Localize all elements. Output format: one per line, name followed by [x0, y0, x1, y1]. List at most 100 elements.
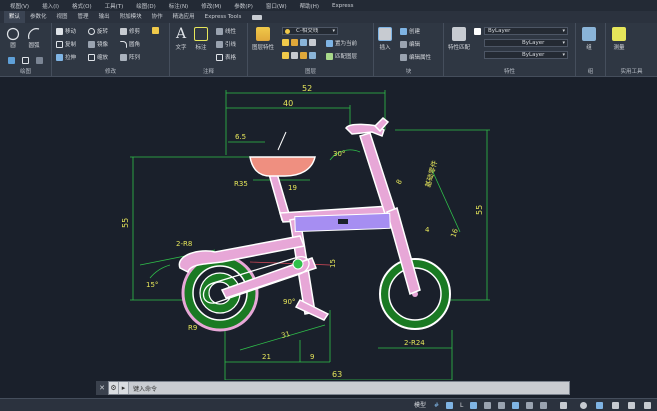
- menu-view[interactable]: 视图(V): [10, 2, 29, 10]
- chevron-down-icon: ▾: [562, 40, 565, 46]
- text-button[interactable]: A 文字: [174, 27, 188, 51]
- annotation-monitor-icon[interactable]: [596, 402, 603, 409]
- tab-default[interactable]: 默认: [4, 11, 26, 23]
- insert-button[interactable]: 插入: [378, 27, 392, 51]
- rotate-icon: [88, 27, 95, 35]
- table-button[interactable]: 表格: [216, 53, 236, 61]
- customization-menu-icon[interactable]: [644, 402, 651, 409]
- menu-express[interactable]: Express: [332, 3, 353, 9]
- fillet-button[interactable]: 圆角: [120, 40, 140, 48]
- lineweight-value: ByLayer: [522, 52, 545, 58]
- layer-properties-button[interactable]: 图层特性: [252, 27, 274, 51]
- menu-help[interactable]: 帮助(H): [300, 2, 319, 10]
- panel-groups: 组 组: [576, 23, 606, 77]
- erase-button[interactable]: [152, 27, 161, 34]
- move-button[interactable]: 移动: [56, 27, 76, 35]
- lineweight-dropdown[interactable]: ByLayer ▾: [484, 51, 568, 59]
- rotate-button[interactable]: 旋转: [88, 27, 108, 35]
- dimension-button[interactable]: 标注: [194, 27, 208, 51]
- stretch-button[interactable]: 拉伸: [56, 53, 76, 61]
- layer-tool-2[interactable]: [282, 52, 318, 59]
- ortho-toggle[interactable]: L: [456, 400, 467, 411]
- grid-toggle[interactable]: #: [430, 400, 443, 411]
- tab-manage[interactable]: 管理: [73, 11, 94, 23]
- menu-dimension[interactable]: 标注(N): [169, 2, 188, 10]
- polar-icon[interactable]: [470, 402, 477, 409]
- scale-button[interactable]: 缩放: [88, 53, 108, 61]
- edit-block-label: 编辑: [409, 42, 421, 48]
- menu-insert[interactable]: 插入(I): [42, 2, 59, 10]
- table-icon: [216, 53, 223, 61]
- linear-button[interactable]: 线性: [216, 27, 236, 35]
- linetype-dropdown[interactable]: ByLayer ▾: [484, 39, 568, 47]
- model-tab[interactable]: 模型: [410, 400, 430, 411]
- osnap-icon[interactable]: [484, 402, 491, 409]
- panel-draw-title: 绘图: [19, 69, 31, 75]
- lineweight-icon[interactable]: [512, 402, 519, 409]
- make-current-button[interactable]: 置为当前: [326, 39, 357, 47]
- leader-button[interactable]: 引线: [216, 40, 236, 48]
- tab-output[interactable]: 输出: [94, 11, 115, 23]
- edit-block-button[interactable]: 编辑: [400, 40, 420, 48]
- panel-properties-title: 特性: [503, 69, 515, 75]
- insert-label: 插入: [379, 45, 391, 51]
- circle-button[interactable]: 圆: [6, 27, 20, 49]
- color-swatch-icon: [474, 28, 481, 35]
- command-line[interactable]: ⚙ ▸ 键入命令: [108, 381, 570, 395]
- create-block-label: 创建: [409, 29, 421, 35]
- mirror-button[interactable]: 镜像: [88, 40, 108, 48]
- layer-tool-1[interactable]: [282, 39, 318, 46]
- tab-featured-apps[interactable]: 精选应用: [168, 11, 200, 23]
- array-button[interactable]: 阵列: [120, 53, 140, 61]
- tab-express-tools[interactable]: Express Tools: [200, 11, 247, 23]
- command-history-icon[interactable]: ▸: [119, 382, 129, 394]
- menu-format[interactable]: 格式(O): [72, 2, 92, 10]
- ribbon-tabs: 默认 参数化 视图 管理 输出 附加模块 协作 精选应用 Express Too…: [0, 11, 657, 23]
- dim-handle-angle: 30°: [333, 150, 345, 158]
- tab-parametric[interactable]: 参数化: [25, 11, 52, 23]
- match-properties-button[interactable]: 特性匹配: [448, 27, 470, 51]
- stretch-label: 拉伸: [65, 55, 77, 61]
- group-button[interactable]: 组: [582, 27, 596, 51]
- menu-modify[interactable]: 修改(M): [201, 2, 221, 10]
- menu-window[interactable]: 窗口(W): [266, 2, 287, 10]
- dim-bottom-left: 21: [262, 353, 271, 361]
- copy-button[interactable]: 复制: [56, 40, 76, 48]
- create-block-button[interactable]: 创建: [400, 27, 420, 35]
- scale-icon: [88, 53, 95, 61]
- polyline-icon[interactable]: [8, 57, 17, 64]
- workspace-gear-icon[interactable]: [580, 402, 587, 409]
- menu-draw[interactable]: 绘图(D): [136, 2, 156, 10]
- match-layer-button[interactable]: 匹配图层: [326, 52, 357, 60]
- command-input[interactable]: 键入命令: [133, 384, 157, 393]
- dim-overall-top: 52: [302, 84, 312, 93]
- menu-parameters[interactable]: 参数(P): [234, 2, 253, 10]
- annotation-scale-icon[interactable]: [560, 402, 567, 409]
- snap-icon[interactable]: [446, 402, 453, 409]
- drawing-canvas[interactable]: 52 40 6.5 19 R35 30° 55 55 16 8 4 基础零件 2…: [0, 78, 657, 380]
- edit-attributes-button[interactable]: 编辑属性: [400, 53, 431, 61]
- eraser-icon: [152, 27, 159, 34]
- otrack-icon[interactable]: [498, 402, 505, 409]
- arc-button[interactable]: 圆弧: [27, 27, 41, 49]
- fullscreen-icon[interactable]: [628, 402, 635, 409]
- hatch-icon[interactable]: [36, 57, 45, 64]
- rectangle-icon[interactable]: [22, 57, 31, 64]
- selection-cycling-icon[interactable]: [540, 402, 547, 409]
- color-dropdown[interactable]: ByLayer ▾: [484, 27, 568, 35]
- tab-collaborate[interactable]: 协作: [147, 11, 168, 23]
- command-line-close-button[interactable]: ✕: [96, 381, 108, 395]
- measure-button[interactable]: 测量: [612, 27, 626, 51]
- tab-addins[interactable]: 附加模块: [115, 11, 147, 23]
- isolate-objects-icon[interactable]: [612, 402, 619, 409]
- layer-dropdown[interactable]: C-相交线 ▾: [282, 27, 338, 35]
- wrench-icon[interactable]: ⚙: [109, 382, 119, 394]
- tab-view[interactable]: 视图: [52, 11, 73, 23]
- ribbon-toggle-icon[interactable]: [252, 14, 263, 20]
- measure-label: 测量: [613, 45, 625, 51]
- mirror-icon: [88, 40, 95, 48]
- dim-front-length: 55: [121, 218, 130, 228]
- menu-tools[interactable]: 工具(T): [105, 2, 124, 10]
- transparency-icon[interactable]: [526, 402, 533, 409]
- trim-button[interactable]: 修剪: [120, 27, 140, 35]
